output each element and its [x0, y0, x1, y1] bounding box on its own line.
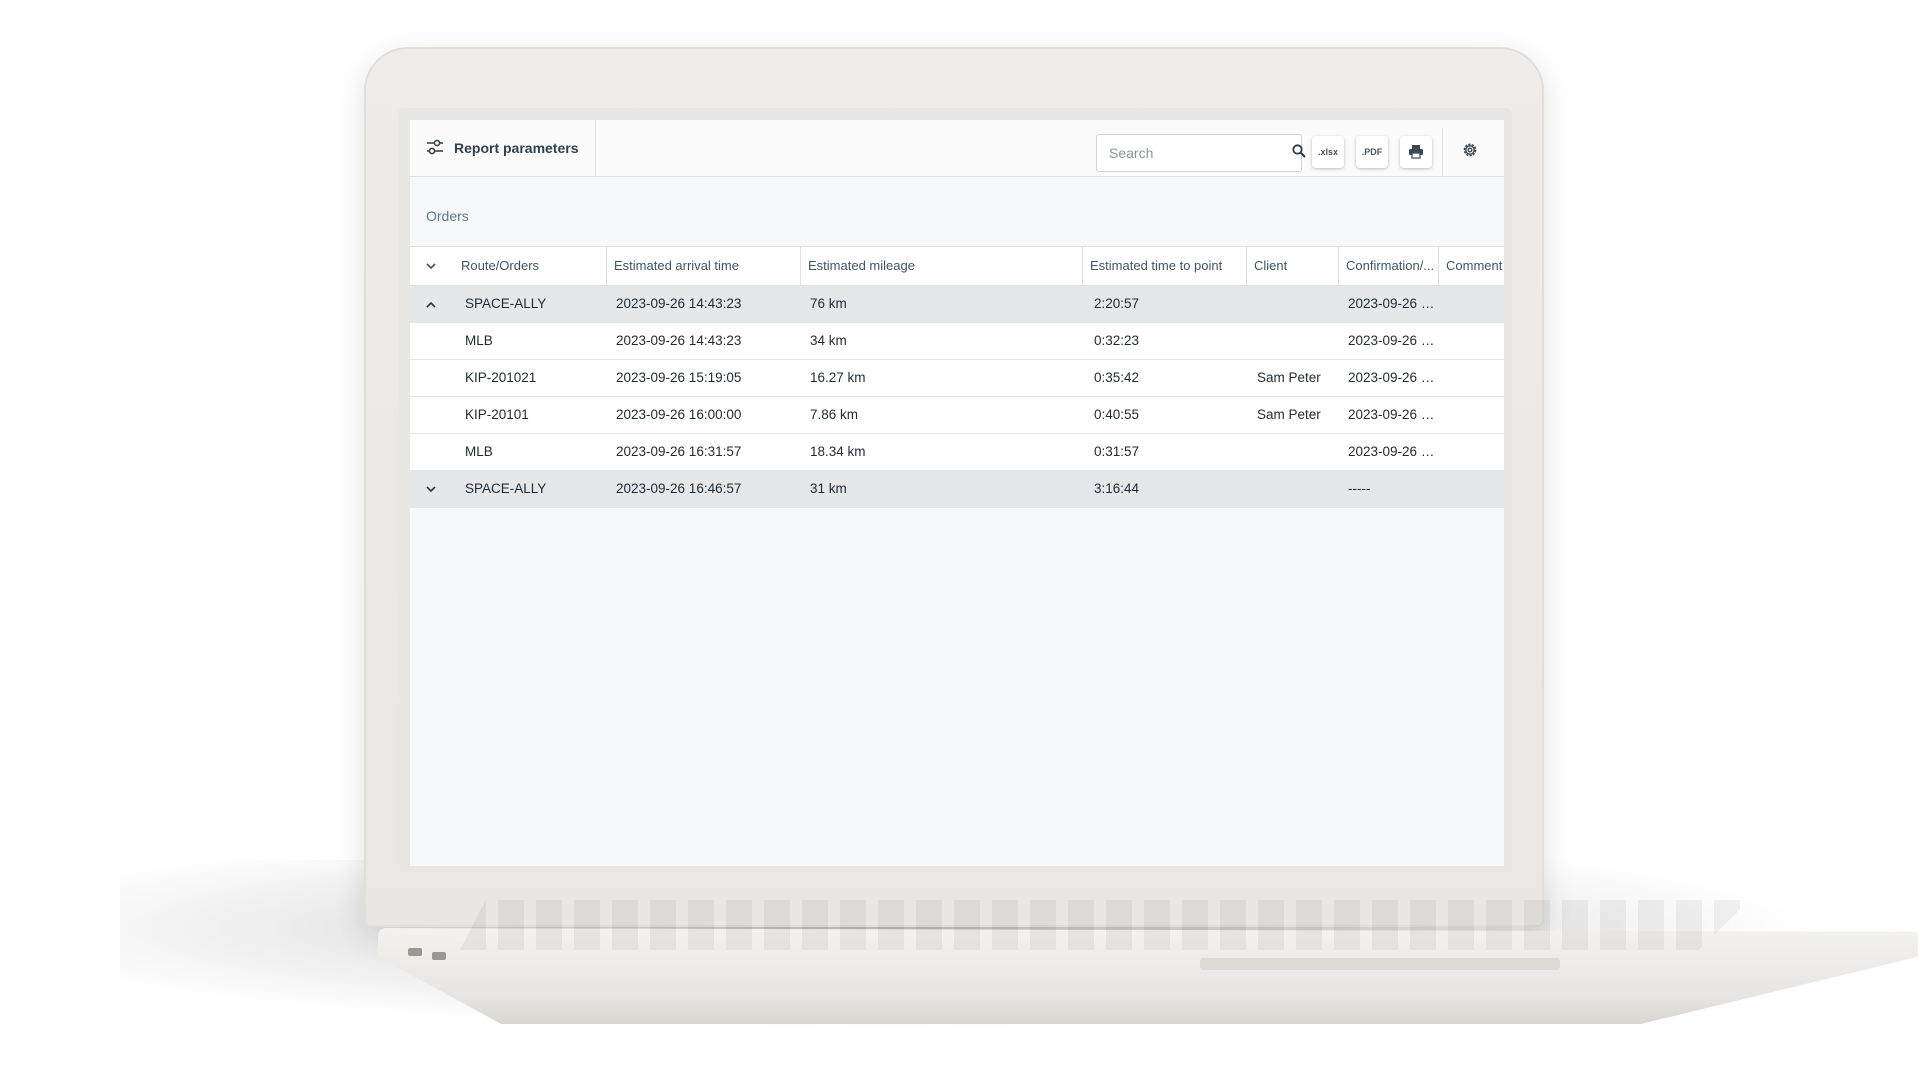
cell-arrival: 2023-09-26 14:43:23: [616, 333, 742, 348]
table-row[interactable]: KIP-20101 2023-09-26 16:00:00 7.86 km 0:…: [410, 397, 1504, 434]
cell-route: KIP-201021: [465, 370, 537, 385]
cell-client: [1257, 471, 1347, 507]
cell-arrival: 2023-09-26 16:31:57: [616, 444, 742, 459]
chevron-down-icon: [426, 480, 436, 498]
table-row[interactable]: SPACE-ALLY 2023-09-26 16:46:57 31 km 3:1…: [410, 471, 1504, 508]
column-header-time-to-point[interactable]: Estimated time to point: [1082, 247, 1246, 285]
cell-confirmation: 2023-09-26 1...: [1348, 370, 1436, 385]
toolbar-divider: [1442, 128, 1443, 176]
cell-mileage: 31 km: [810, 481, 847, 496]
print-button[interactable]: [1400, 136, 1432, 168]
sliders-icon: [426, 139, 444, 158]
table-row[interactable]: KIP-201021 2023-09-26 15:19:05 16.27 km …: [410, 360, 1504, 397]
export-xlsx-button[interactable]: .xlsx: [1312, 136, 1344, 168]
laptop-keyboard: [460, 900, 1750, 950]
cell-arrival: 2023-09-26 16:00:00: [616, 407, 742, 422]
cell-confirmation: 2023-09-26 1...: [1348, 296, 1436, 311]
table-header: Route/Orders Estimated arrival time Esti…: [410, 247, 1504, 286]
cell-comment: [1450, 471, 1504, 507]
cell-time-to-point: 2:20:57: [1094, 296, 1140, 311]
cell-comment: [1450, 360, 1504, 396]
cell-confirmation: -----: [1348, 481, 1371, 496]
export-pdf-button[interactable]: .PDF: [1356, 136, 1388, 168]
column-header-confirmation[interactable]: Confirmation/...: [1338, 247, 1438, 285]
cell-arrival: 2023-09-26 15:19:05: [616, 370, 742, 385]
cell-arrival: 2023-09-26 16:46:57: [616, 481, 742, 496]
table-row[interactable]: MLB 2023-09-26 14:43:23 34 km 0:32:23 20…: [410, 323, 1504, 360]
chevron-down-icon: [426, 257, 436, 275]
collapse-all-toggle[interactable]: [422, 247, 440, 285]
column-header-arrival[interactable]: Estimated arrival time: [606, 247, 800, 285]
laptop-port: [432, 952, 446, 960]
cell-mileage: 34 km: [810, 333, 847, 348]
column-header-client[interactable]: Client: [1246, 247, 1338, 285]
cell-arrival: 2023-09-26 14:43:23: [616, 296, 742, 311]
cell-client: [1257, 323, 1347, 359]
pdf-label: .PDF: [1361, 147, 1383, 157]
column-header-route[interactable]: Route/Orders: [454, 247, 606, 285]
cell-mileage: 76 km: [810, 296, 847, 311]
cell-client: [1257, 434, 1347, 470]
cell-route: SPACE-ALLY: [465, 481, 547, 496]
report-parameters-label: Report parameters: [454, 140, 579, 156]
orders-table: Route/Orders Estimated arrival time Esti…: [410, 246, 1504, 508]
gear-icon: [1461, 141, 1479, 164]
search-input[interactable]: [1107, 144, 1292, 162]
column-header-mileage[interactable]: Estimated mileage: [800, 247, 1082, 285]
laptop-trackpad: [1200, 958, 1560, 970]
column-header-comment[interactable]: Comment: [1438, 247, 1504, 285]
table-row[interactable]: SPACE-ALLY 2023-09-26 14:43:23 76 km 2:2…: [410, 286, 1504, 323]
chevron-up-icon: [426, 295, 436, 313]
cell-time-to-point: 0:40:55: [1094, 407, 1140, 422]
cell-confirmation: 2023-09-26 1...: [1348, 444, 1436, 459]
cell-route: SPACE-ALLY: [465, 296, 547, 311]
cell-client: [1257, 286, 1347, 322]
cell-client: Sam Peter: [1257, 370, 1321, 385]
cell-route: MLB: [465, 444, 493, 459]
report-parameters-button[interactable]: Report parameters: [410, 120, 596, 176]
cell-time-to-point: 0:35:42: [1094, 370, 1140, 385]
cell-comment: [1450, 323, 1504, 359]
printer-icon: [1408, 144, 1424, 161]
cell-confirmation: 2023-09-26 1...: [1348, 333, 1436, 348]
cell-client: Sam Peter: [1257, 407, 1321, 422]
settings-button[interactable]: [1454, 136, 1486, 168]
cell-comment: [1450, 286, 1504, 322]
search-icon[interactable]: [1292, 143, 1306, 163]
group-expand-toggle[interactable]: [422, 471, 440, 507]
cell-time-to-point: 3:16:44: [1094, 481, 1140, 496]
xlsx-label: .xlsx: [1317, 147, 1339, 157]
group-collapse-toggle[interactable]: [422, 286, 440, 322]
cell-time-to-point: 0:32:23: [1094, 333, 1140, 348]
toolbar: Report parameters .xlsx .PDF: [410, 120, 1504, 177]
section-title: Orders: [426, 208, 469, 224]
cell-comment: [1450, 397, 1504, 433]
cell-comment: [1450, 434, 1504, 470]
cell-confirmation: 2023-09-26 1...: [1348, 407, 1436, 422]
search-box: [1096, 134, 1306, 172]
cell-route: MLB: [465, 333, 493, 348]
laptop-port: [408, 948, 422, 956]
cell-route: KIP-20101: [465, 407, 529, 422]
cell-mileage: 7.86 km: [810, 407, 859, 422]
table-row[interactable]: MLB 2023-09-26 16:31:57 18.34 km 0:31:57…: [410, 434, 1504, 471]
app-screen: Report parameters .xlsx .PDF: [410, 120, 1504, 866]
cell-mileage: 18.34 km: [810, 444, 866, 459]
cell-mileage: 16.27 km: [810, 370, 866, 385]
cell-time-to-point: 0:31:57: [1094, 444, 1140, 459]
